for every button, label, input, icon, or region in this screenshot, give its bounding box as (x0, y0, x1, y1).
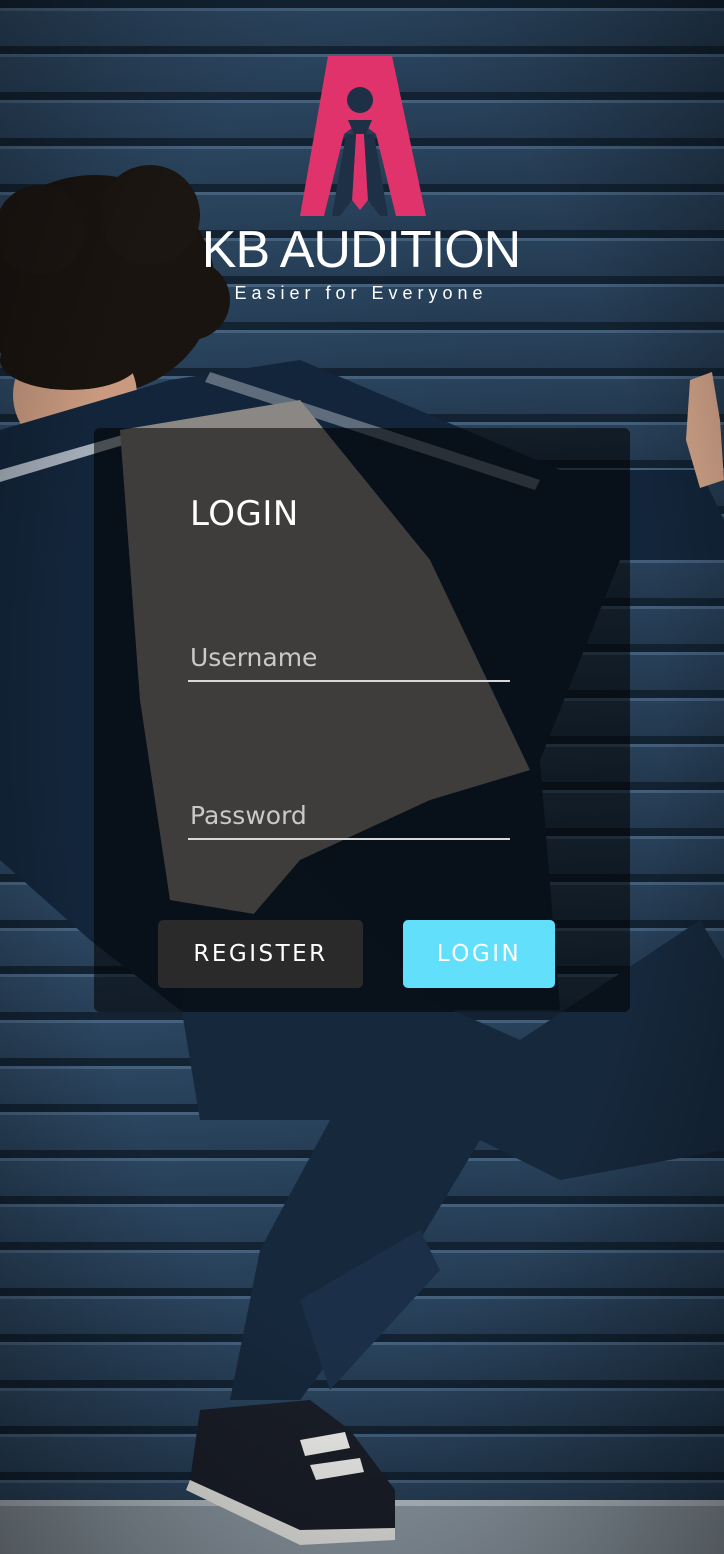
brand-tagline: Easier for Everyone (234, 283, 488, 303)
login-title: LOGIN (190, 494, 299, 534)
username-input[interactable] (188, 634, 510, 682)
brand-name: KB AUDITION (201, 221, 521, 279)
login-card: LOGIN REGISTER LOGIN (94, 428, 630, 1012)
password-input[interactable] (188, 792, 510, 840)
login-button[interactable]: LOGIN (403, 920, 555, 988)
register-button[interactable]: REGISTER (158, 920, 363, 988)
kb-audition-logo: KB AUDITION Easier for Everyone (180, 50, 540, 310)
login-screen: KB AUDITION Easier for Everyone LOGIN RE… (0, 0, 724, 1554)
